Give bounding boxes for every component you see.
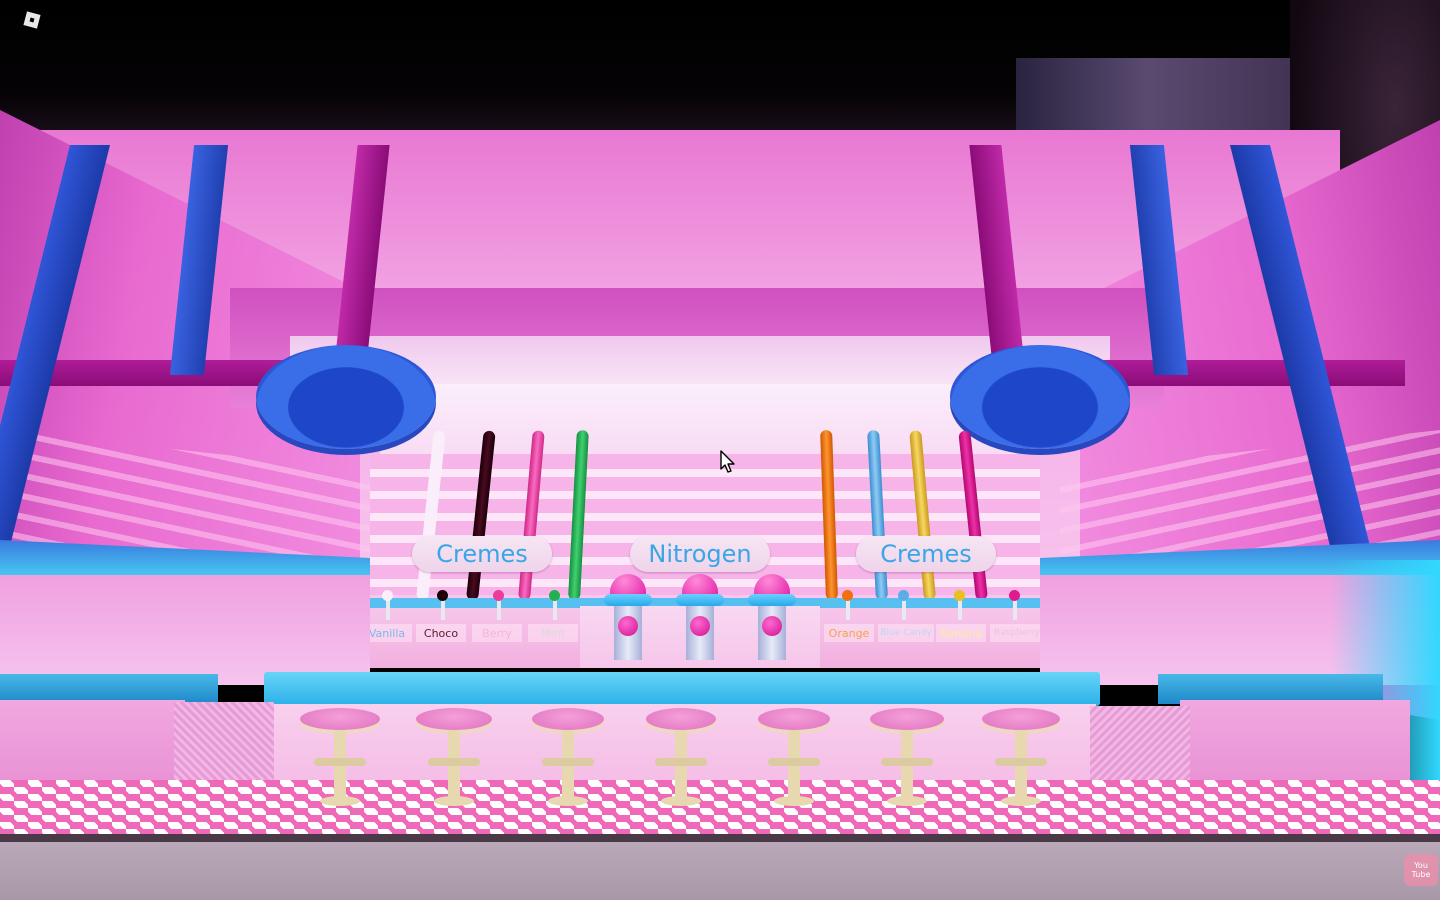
side-counter-right-front [1180,700,1410,790]
stool-footrest [995,758,1047,766]
label-blue-candy: Blue Candy [878,624,934,642]
knob-banana[interactable] [954,590,965,601]
ceiling-lamp-right [950,345,1130,449]
nitrogen-ring [676,594,724,606]
knob-choco[interactable] [437,590,448,601]
stool-post [675,730,687,802]
stool-footrest [768,758,820,766]
stool-seat [532,708,604,730]
ceiling-lamp-left [256,345,436,449]
side-counter-left-front [0,700,185,790]
stool-footrest [428,758,480,766]
knob-orange[interactable] [842,590,853,601]
stool-2[interactable] [416,708,496,808]
roblox-logo-icon[interactable] [22,10,42,30]
knob-mint[interactable] [549,590,560,601]
youtube-badge-text: You Tube [1411,861,1431,879]
stool-footrest [314,758,366,766]
stool-seat [416,708,492,730]
stool-base [887,796,927,806]
stool-seat [982,708,1060,730]
lever-vanilla[interactable] [386,598,390,620]
back-light-panel [380,384,1030,454]
knob-berry[interactable] [493,590,504,601]
roblox-logo-icon-svg [23,11,41,29]
floor-edge [0,834,1440,842]
label-mint: Mint [528,624,578,642]
stool-post [788,730,800,802]
mouse-cursor-icon [720,450,736,478]
stool-seat [646,708,716,730]
stool-3[interactable] [532,708,612,808]
counter-top [264,672,1100,706]
sign-cremes-right: Cremes [856,536,996,572]
nitrogen-button[interactable] [618,616,638,636]
stool-footrest [655,758,707,766]
game-viewport[interactable]: Cremes Nitrogen Cremes Vanilla Choco Ber… [0,0,1440,900]
lever-banana[interactable] [958,598,962,620]
label-berry: Berry [472,624,522,642]
stool-post [901,730,913,802]
stool-5[interactable] [758,708,838,808]
youtube-icon: You Tube [1404,854,1438,886]
label-orange: Orange [824,624,874,642]
foreground-floor [0,842,1440,900]
nitrogen-button[interactable] [690,616,710,636]
stool-post [1015,730,1027,802]
label-banana: Banana [936,624,986,642]
knob-raspberry[interactable] [1009,590,1020,601]
lever-blue-candy[interactable] [902,598,906,620]
stool-1[interactable] [300,708,380,808]
lever-mint[interactable] [553,598,557,620]
stool-4[interactable] [646,708,726,808]
stool-seat [300,708,380,730]
stool-footrest [542,758,594,766]
stool-base [1001,796,1041,806]
nitrogen-dispenser-2[interactable] [676,574,724,664]
nitrogen-ring [604,594,652,606]
stool-footrest [881,758,933,766]
label-choco: Choco [416,624,466,642]
knob-blue-candy[interactable] [898,590,909,601]
nitrogen-button[interactable] [762,616,782,636]
lever-raspberry[interactable] [1013,598,1017,620]
stool-base [434,796,474,806]
nitrogen-dispenser-1[interactable] [604,574,652,664]
textured-panel-left [174,702,274,782]
stool-post [562,730,574,802]
left-lower-wall [0,575,370,685]
sign-cremes-left: Cremes [412,536,552,572]
sign-nitrogen: Nitrogen [630,536,770,572]
stool-seat [758,708,830,730]
knob-vanilla[interactable] [382,590,393,601]
stool-base [774,796,814,806]
stool-seat [870,708,944,730]
lever-orange[interactable] [846,598,850,620]
stool-base [661,796,701,806]
stool-6[interactable] [870,708,950,808]
stool-base [548,796,588,806]
stool-7[interactable] [982,708,1062,808]
nitrogen-ring [748,594,796,606]
nitrogen-dispenser-3[interactable] [748,574,796,664]
label-raspberry: Raspberry [990,624,1044,642]
stool-post [334,730,346,802]
lever-choco[interactable] [441,598,445,620]
stool-post [448,730,460,802]
lever-berry[interactable] [497,598,501,620]
stool-base [320,796,360,806]
